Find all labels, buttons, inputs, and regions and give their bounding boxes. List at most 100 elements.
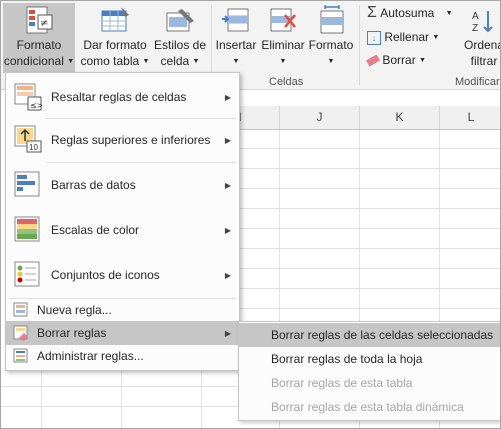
eraser-icon xyxy=(366,54,380,67)
grid-line xyxy=(1,406,238,407)
menu-item-new-rule[interactable]: Nueva regla... xyxy=(6,299,239,321)
chevron-down-icon: ▼ xyxy=(419,56,426,64)
conditional-format-button[interactable]: ≠ Formato condicional ▼ xyxy=(3,3,75,73)
table-format-label-2: como tabla xyxy=(80,54,140,68)
column-header-j[interactable]: J xyxy=(280,106,360,130)
cell-styles-label: Estilos de xyxy=(153,38,207,52)
menu-item-label: Escalas de color xyxy=(51,223,140,237)
window-frame: ≠ Formato condicional ▼ Dar formato como xyxy=(0,0,501,429)
cell-styles-button[interactable]: Estilos de celda ▼ xyxy=(151,3,209,70)
insert-label: Insertar xyxy=(215,38,257,52)
fill-button[interactable]: ↓ Rellenar ▼ xyxy=(367,27,439,47)
highlight-cells-rules-icon: ≤> xyxy=(14,83,42,111)
sort-label-2: filtrar xyxy=(470,54,498,68)
manage-rules-icon xyxy=(13,348,28,363)
menu-item-label: Reglas superiores e inferiores xyxy=(51,133,211,147)
menu-item-icon-sets[interactable]: Conjuntos de iconos ▶ xyxy=(6,253,239,297)
submenu-item-label: Borrar reglas de las celdas seleccionada… xyxy=(271,328,494,342)
column-header-k[interactable]: K xyxy=(360,106,440,130)
fill-down-icon: ↓ xyxy=(367,31,381,45)
insert-button[interactable]: Insertar ▼ xyxy=(213,3,259,70)
svg-text:Z: Z xyxy=(472,23,478,34)
table-format-label: Dar formato xyxy=(83,38,147,52)
data-bars-icon xyxy=(14,171,40,197)
clear-label: Borrar xyxy=(382,53,416,67)
svg-text:10: 10 xyxy=(29,143,38,152)
chevron-right-icon: ▶ xyxy=(224,328,231,338)
sigma-icon: Σ xyxy=(367,4,377,21)
svg-text:A: A xyxy=(472,11,479,22)
sort-filter-icon: A Z xyxy=(468,5,500,37)
insert-cells-icon xyxy=(220,5,252,37)
chevron-right-icon: ▶ xyxy=(224,180,231,190)
conditional-format-label: Formato xyxy=(16,38,62,52)
menu-item-data-bars[interactable]: Barras de datos ▶ xyxy=(6,163,239,207)
submenu-item-clear-table: Borrar reglas de esta tabla xyxy=(239,371,500,395)
format-as-table-icon xyxy=(99,5,131,37)
menu-item-highlight-rules[interactable]: ≤> Resaltar reglas de celdas ▶ xyxy=(6,77,239,117)
delete-cells-icon xyxy=(267,5,299,37)
svg-text:≤>: ≤> xyxy=(30,101,42,110)
chevron-down-icon: ▼ xyxy=(432,33,440,41)
grid-line xyxy=(238,228,500,229)
menu-item-label: Borrar reglas xyxy=(37,326,107,340)
icon-sets-icon xyxy=(14,261,40,287)
submenu-item-clear-sheet[interactable]: Borrar reglas de toda la hoja xyxy=(239,347,500,371)
chevron-down-icon: ▼ xyxy=(327,57,335,65)
submenu-item-label: Borrar reglas de esta tabla xyxy=(271,376,413,390)
autosum-button[interactable]: Σ Autosuma ▼ xyxy=(367,3,453,23)
top-bottom-rules-icon: 10 xyxy=(14,125,42,153)
grid-line xyxy=(1,386,238,387)
table-format-button[interactable]: Dar formato como tabla ▼ xyxy=(79,3,151,70)
format-cells-icon xyxy=(315,5,347,37)
clear-rules-submenu: Borrar reglas de las celdas seleccionada… xyxy=(238,321,500,421)
grid-line xyxy=(238,188,500,189)
svg-text:≠: ≠ xyxy=(40,18,48,29)
group-separator xyxy=(359,5,360,85)
conditional-format-icon: ≠ xyxy=(23,5,55,37)
menu-item-label: Conjuntos de iconos xyxy=(51,268,160,282)
sort-filter-button[interactable]: A Z Ordena filtrar xyxy=(459,3,501,69)
submenu-item-label: Borrar reglas de toda la hoja xyxy=(271,352,423,366)
clear-button[interactable]: Borrar ▼ xyxy=(366,50,426,70)
menu-item-color-scales[interactable]: Escalas de color ▶ xyxy=(6,209,239,251)
menu-item-manage-rules[interactable]: Administrar reglas... xyxy=(6,345,239,367)
autosum-label: Autosuma xyxy=(380,6,435,20)
color-scales-icon xyxy=(14,216,40,242)
grid-line xyxy=(238,288,500,289)
grid-line xyxy=(238,308,500,309)
grid-line xyxy=(121,369,122,428)
conditional-format-menu: ≤> Resaltar reglas de celdas ▶ 10 Reglas… xyxy=(5,72,240,371)
format-button[interactable]: Formato ▼ xyxy=(307,3,355,70)
modify-group-label: Modificar xyxy=(455,76,500,88)
cell-styles-icon xyxy=(164,5,196,37)
submenu-item-label: Borrar reglas de esta tabla dinámica xyxy=(271,400,464,414)
column-header-l[interactable]: L xyxy=(440,106,500,130)
menu-item-label: Resaltar reglas de celdas xyxy=(51,90,187,104)
delete-label: Eliminar xyxy=(261,38,305,52)
chevron-right-icon: ▶ xyxy=(224,135,231,145)
chevron-right-icon: ▶ xyxy=(224,92,231,102)
clear-rules-icon xyxy=(13,325,28,341)
chevron-down-icon: ▼ xyxy=(142,57,150,65)
menu-item-top-bottom-rules[interactable]: 10 Reglas superiores e inferiores ▶ xyxy=(6,119,239,161)
grid-line xyxy=(238,148,500,149)
delete-button[interactable]: Eliminar ▼ xyxy=(259,3,307,70)
chevron-down-icon: ▼ xyxy=(445,9,453,17)
menu-item-label: Administrar reglas... xyxy=(37,349,144,363)
grid-line xyxy=(201,369,202,428)
format-label: Formato xyxy=(308,38,354,52)
submenu-item-clear-selected[interactable]: Borrar reglas de las celdas seleccionada… xyxy=(239,323,500,347)
grid-line xyxy=(41,369,42,428)
chevron-down-icon: ▼ xyxy=(67,57,75,65)
menu-item-label: Nueva regla... xyxy=(37,303,112,317)
submenu-item-clear-pivot: Borrar reglas de esta tabla dinámica xyxy=(239,395,500,419)
grid-line xyxy=(238,168,500,169)
menu-item-clear-rules[interactable]: Borrar reglas ▶ xyxy=(6,321,239,345)
chevron-right-icon: ▶ xyxy=(224,225,231,235)
chevron-down-icon: ▼ xyxy=(192,57,200,65)
cell-styles-label-2: celda xyxy=(160,54,190,68)
cells-group-label: Celdas xyxy=(269,76,304,88)
grid-line xyxy=(238,268,500,269)
sort-label: Ordena xyxy=(463,38,501,52)
